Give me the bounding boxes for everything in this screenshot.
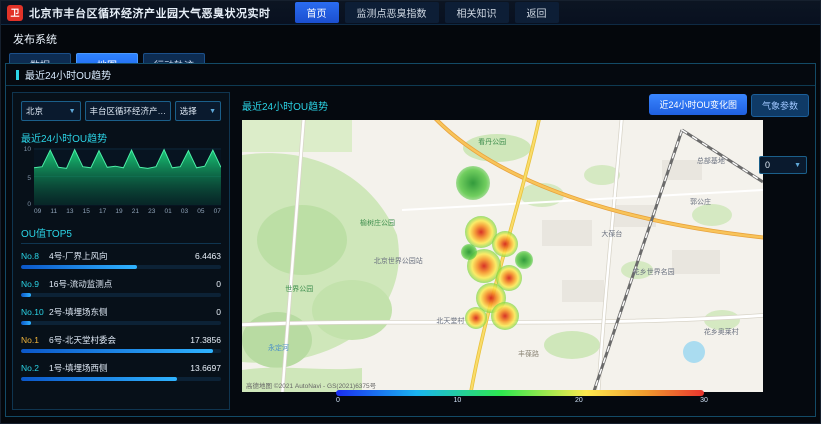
app-title: 北京市丰台区循环经济产业园大气恶臭状况实时	[29, 5, 271, 21]
trend-area-chart: 10 5 0	[34, 148, 221, 206]
nav-item-knowledge[interactable]: 相关知识	[445, 2, 509, 23]
map-option-value: 0	[765, 160, 770, 170]
park-select-value: 丰台区循环经济产…	[90, 105, 167, 117]
list-item[interactable]: No.1 6号-北天堂村委会 17.3856	[21, 334, 221, 353]
ou-value: 0	[216, 307, 221, 317]
value-bar	[21, 321, 31, 325]
station-name: 2号-填埋场东侧	[49, 306, 108, 318]
station-name: 1号-填埋场西侧	[49, 362, 108, 374]
x-tick-label: 05	[197, 208, 204, 215]
x-tick-label: 19	[115, 208, 122, 215]
station-name: 16号-流动监测点	[49, 278, 112, 290]
x-tick-label: 01	[165, 208, 172, 215]
list-item[interactable]: No.10 2号-填埋场东侧 0	[21, 306, 221, 325]
point-select[interactable]: 选择 ▼	[175, 101, 221, 121]
x-tick-label: 15	[83, 208, 90, 215]
nav-item-home[interactable]: 首页	[295, 2, 339, 23]
ou-value: 17.3856	[190, 335, 221, 345]
chart-x-axis: 09 11 13 15 17 19 21 23 01 03 05 07	[34, 208, 221, 215]
list-item[interactable]: No.9 16号-流动监测点 0	[21, 278, 221, 297]
main-panel: 最近24小时OU趋势 北京 ▼ 丰台区循环经济产… ▼ 选择 ▼ 最近24小时O…	[5, 63, 816, 417]
station-name: 4号-厂界上风向	[49, 250, 108, 262]
map-option-select[interactable]: 0 ▼	[759, 156, 807, 174]
trend-chart-title: 最近24小时OU趋势	[21, 130, 221, 145]
list-item[interactable]: No.2 1号-填埋场西侧 13.6697	[21, 362, 221, 381]
app-header: 卫 北京市丰台区循环经济产业园大气恶臭状况实时 首页 监测点恶臭指数 相关知识 …	[1, 1, 820, 25]
rank-badge: No.8	[21, 251, 49, 261]
x-tick-label: 11	[50, 208, 57, 215]
ou-value: 0	[216, 279, 221, 289]
value-bar-track	[21, 377, 221, 381]
rank-badge: No.10	[21, 307, 49, 317]
map-panel-title: 最近24小时OU趋势	[242, 98, 328, 113]
ou-change-map-button[interactable]: 近24小时OU变化图	[649, 94, 747, 115]
ou-top5-list: No.8 4号-厂界上风向 6.4463 No.9 16号-流动监测点 0 No…	[21, 250, 221, 381]
legend-ticks: 0 10 20 30	[336, 396, 704, 406]
weather-params-button[interactable]: 气象参数	[751, 94, 809, 117]
map-section: 最近24小时OU趋势 近24小时OU变化图 气象参数	[236, 92, 811, 410]
nav-item-odor-index[interactable]: 监测点恶臭指数	[345, 2, 439, 23]
trend-chart-svg	[34, 148, 221, 205]
nav-item-back[interactable]: 返回	[515, 2, 559, 23]
chevron-down-icon: ▼	[794, 162, 801, 169]
rank-badge: No.1	[21, 335, 49, 345]
value-bar-track	[21, 265, 221, 269]
top5-title: OU值TOP5	[21, 225, 221, 244]
basemap-svg	[242, 120, 763, 392]
app-logo-icon: 卫	[7, 5, 23, 21]
chart-y-axis: 10 5 0	[21, 148, 33, 206]
ou-color-legend: 0 10 20 30	[336, 390, 704, 406]
chevron-down-icon: ▼	[206, 108, 216, 115]
point-select-value: 选择	[180, 105, 197, 117]
main-panel-title: 最近24小时OU趋势	[6, 64, 815, 86]
rank-badge: No.2	[21, 363, 49, 373]
x-tick-label: 17	[99, 208, 106, 215]
x-tick-label: 09	[34, 208, 41, 215]
value-bar	[21, 377, 177, 381]
list-item[interactable]: No.8 4号-厂界上风向 6.4463	[21, 250, 221, 269]
city-select[interactable]: 北京 ▼	[21, 101, 81, 121]
top-nav: 首页 监测点恶臭指数 相关知识 返回	[295, 2, 559, 23]
value-bar	[21, 349, 213, 353]
station-name: 6号-北天堂村委会	[49, 334, 116, 346]
value-bar-track	[21, 349, 221, 353]
value-bar-track	[21, 321, 221, 325]
x-tick-label: 21	[132, 208, 139, 215]
ou-value: 6.4463	[195, 251, 221, 261]
chevron-down-icon: ▼	[66, 108, 76, 115]
value-bar	[21, 265, 137, 269]
map-attribution: 高德地图 ©2021 AutoNavi - GS(2021)6375号	[246, 380, 376, 390]
chevron-down-icon: ▼	[166, 108, 171, 115]
x-tick-label: 13	[66, 208, 73, 215]
park-select[interactable]: 丰台区循环经济产… ▼	[85, 101, 171, 121]
value-bar	[21, 293, 31, 297]
x-tick-label: 07	[214, 208, 221, 215]
city-select-value: 北京	[26, 105, 43, 117]
x-tick-label: 23	[148, 208, 155, 215]
rank-badge: No.9	[21, 279, 49, 289]
x-tick-label: 03	[181, 208, 188, 215]
left-sidebar: 北京 ▼ 丰台区循环经济产… ▼ 选择 ▼ 最近24小时OU趋势 10 5 0	[12, 92, 230, 410]
value-bar-track	[21, 293, 221, 297]
system-label: 发布系统	[1, 25, 820, 51]
ou-value: 13.6697	[190, 363, 221, 373]
heatmap-map[interactable]: 看丹公园榆树庄公园世界公园大葆台花乡世界名园郭公庄总部基地北天堂村丰葆路永定河花…	[242, 120, 763, 392]
